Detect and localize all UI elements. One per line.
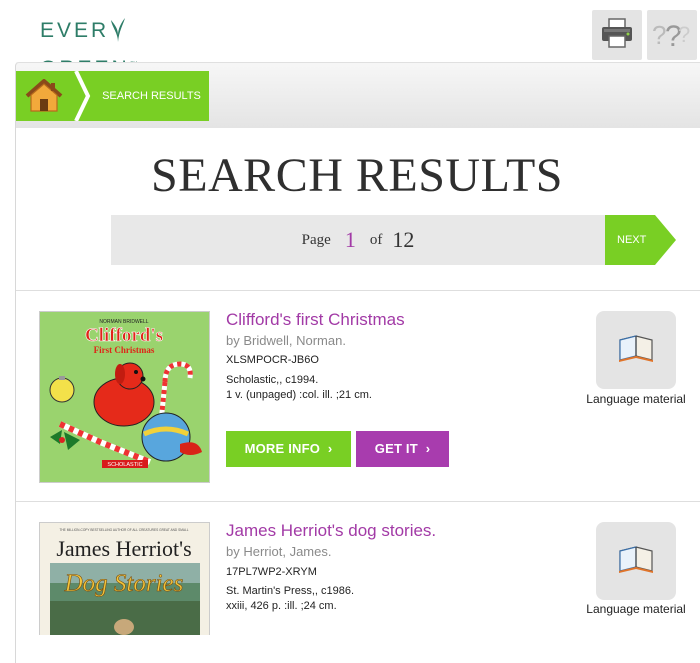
result-physical-desc: xxiii, 426 p. :ill. ;24 cm. (226, 600, 337, 612)
result-record-id: XLSMPOCR-JB6O (226, 354, 319, 366)
more-info-button[interactable]: MORE INFO › (226, 431, 351, 467)
next-button-tip[interactable] (655, 215, 676, 265)
printer-icon (600, 17, 634, 53)
cover-subtitle: First Christmas (94, 345, 155, 355)
breadcrumb-home[interactable] (16, 71, 74, 121)
get-it-label: GET IT (374, 441, 418, 456)
total-pages: 12 (392, 227, 415, 252)
cover-title: James Herriot's (56, 536, 191, 561)
get-it-button[interactable]: GET IT › (356, 431, 449, 467)
cover-publisher: SCHOLASTIC (107, 462, 142, 468)
chevron-right-icon: › (327, 441, 333, 456)
pagination: Page 1 of 12 (111, 215, 605, 265)
of-label: of (369, 231, 383, 248)
result-author-link[interactable]: by Bridwell, Norman. (226, 333, 346, 348)
format-badge (596, 522, 676, 600)
result-title-link[interactable]: James Herriot's dog stories. (226, 521, 436, 541)
book-icon (616, 332, 656, 369)
next-button[interactable]: NEXT › (605, 215, 655, 297)
divider (16, 501, 700, 502)
breadcrumb-current: SEARCH RESULTS (94, 71, 209, 121)
format-badge (596, 311, 676, 389)
cover-title: Clifford's (85, 325, 163, 346)
divider (16, 290, 700, 291)
svg-text:?: ? (678, 22, 690, 47)
page-title: SEARCH RESULTS (151, 149, 563, 202)
home-icon (25, 79, 63, 118)
result-publisher: Scholastic,, c1994. (226, 374, 319, 386)
book-icon (616, 543, 656, 580)
format-label: Language material (586, 602, 686, 616)
more-info-label: MORE INFO (244, 441, 321, 456)
cover-subtitle: Dog Stories (64, 570, 184, 597)
format-label: Language material (586, 392, 686, 406)
current-page: 1 (344, 227, 356, 252)
result-physical-desc: 1 v. (unpaged) :col. ill. ;21 cm. (226, 389, 372, 401)
leaf-icon (109, 17, 127, 43)
result-title-link[interactable]: Clifford's first Christmas (226, 310, 405, 330)
help-button[interactable]: ? ? ? (647, 10, 697, 60)
evergreen-logo[interactable]: EVERGREEN™ (40, 14, 215, 80)
cover-tagline: THE MILLION-COPY BESTSELLING AUTHOR OF A… (59, 528, 188, 532)
logo-text-ever: EVER (40, 19, 110, 42)
breadcrumb-separator (74, 71, 94, 121)
next-label: NEXT (617, 234, 647, 246)
result-record-id: 17PL7WP2-XRYM (226, 566, 317, 578)
result-publisher: St. Martin's Press,, c1986. (226, 585, 355, 597)
result-author-link[interactable]: by Herriot, James. (226, 544, 331, 559)
print-button[interactable] (592, 10, 642, 60)
page-label: Page (301, 231, 331, 248)
result-cover-image[interactable]: NORMAN BRIDWELL Clifford's First Christm… (39, 311, 210, 483)
question-icon: ? ? ? (650, 16, 694, 55)
result-cover-image[interactable]: THE MILLION-COPY BESTSELLING AUTHOR OF A… (39, 522, 210, 635)
chevron-right-icon: › (425, 441, 431, 456)
